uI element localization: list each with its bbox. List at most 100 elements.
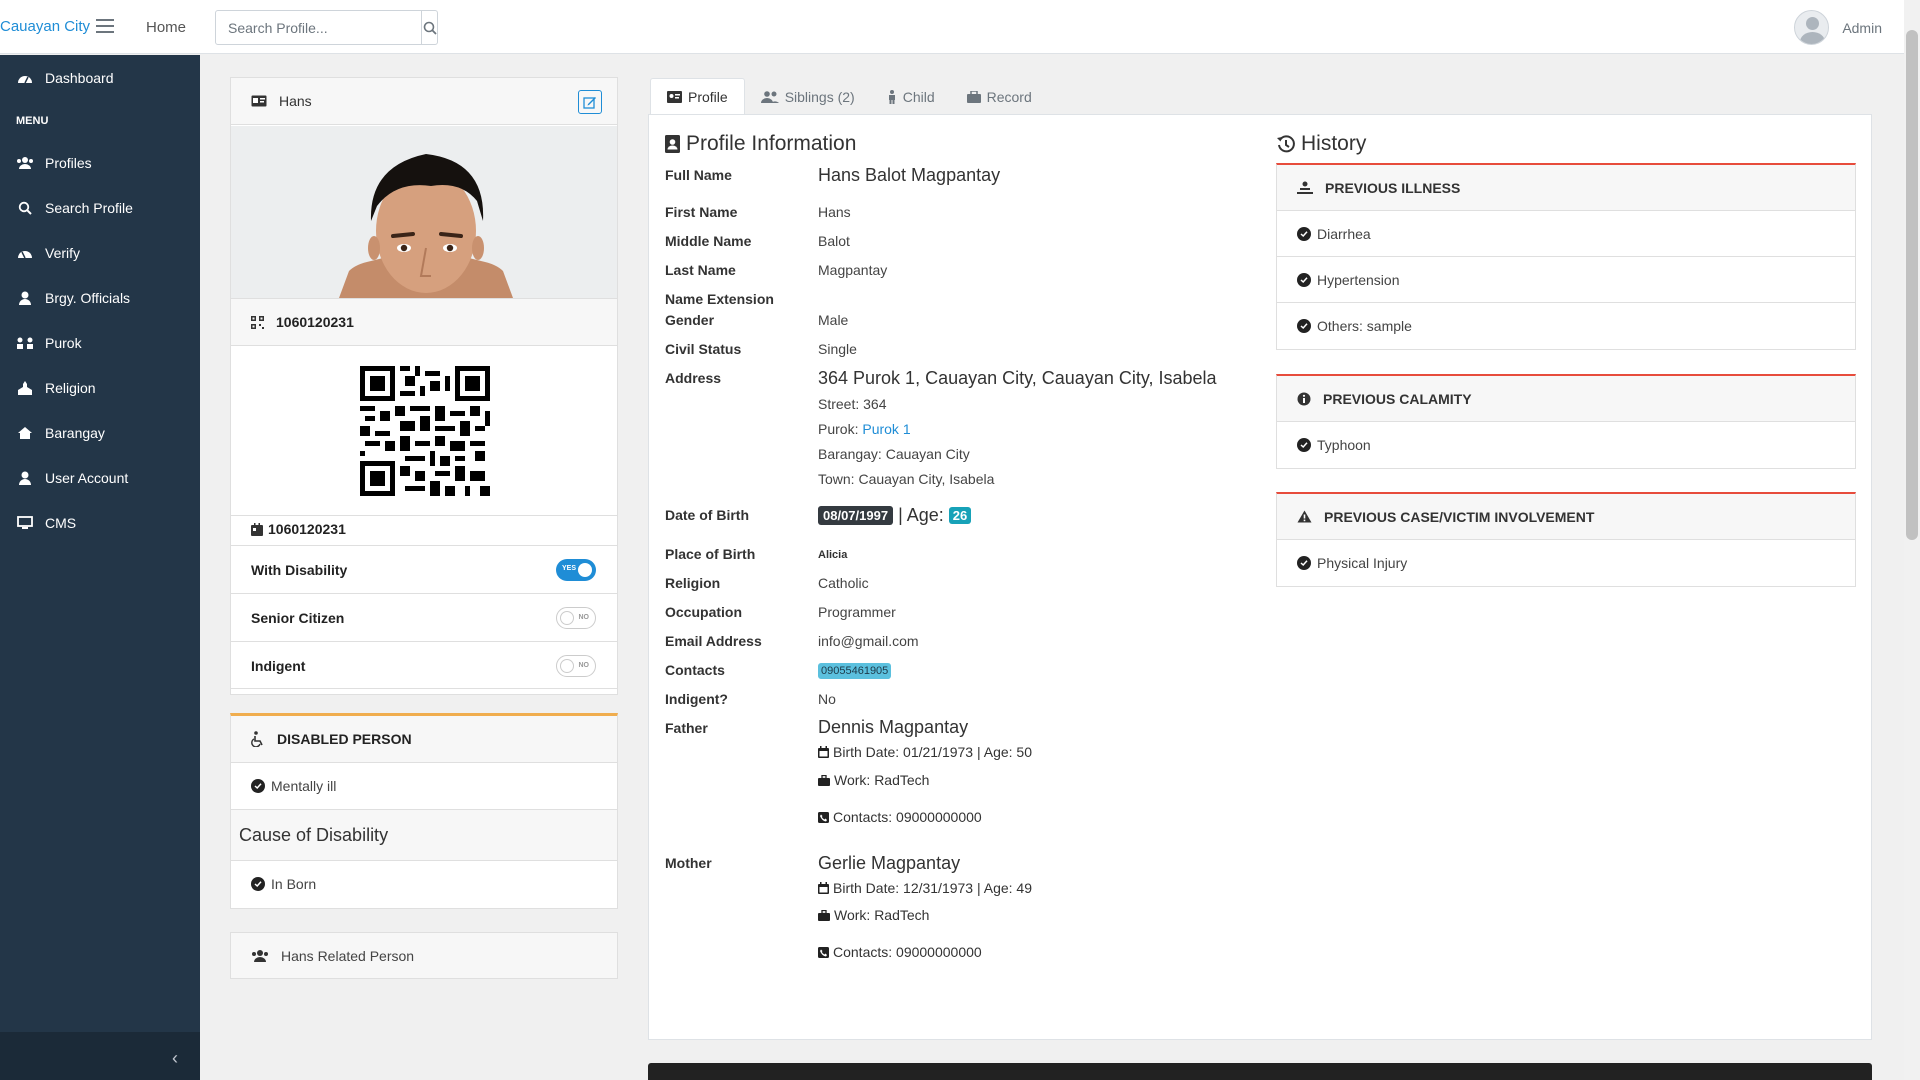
value-religion: Catholic <box>818 575 869 591</box>
qrcode-icon <box>251 315 264 329</box>
search-icon <box>16 201 34 215</box>
user-menu[interactable]: Admin <box>1794 10 1882 45</box>
tab-record[interactable]: Record <box>951 78 1048 115</box>
value-email: info@gmail.com <box>818 633 919 649</box>
previous-case-header: PREVIOUS CASE/VICTIM INVOLVEMENT <box>1277 494 1855 540</box>
check-circle-icon <box>1297 272 1311 287</box>
label-indigent: Indigent? <box>665 691 728 707</box>
child-icon <box>888 89 895 104</box>
calendar-icon <box>818 746 829 758</box>
tab-profile[interactable]: Profile <box>650 78 745 115</box>
value-last-name: Magpantay <box>818 262 888 278</box>
calendar-icon <box>818 882 829 894</box>
illness-item: Others: sample <box>1317 318 1412 334</box>
edit-button[interactable] <box>578 90 602 114</box>
search-form <box>215 10 438 45</box>
value-street: Street: 364 <box>818 396 887 412</box>
sidebar-item-brgy-officials[interactable]: Brgy. Officials <box>0 278 200 318</box>
case-item: Physical Injury <box>1317 555 1408 571</box>
home-icon <box>16 426 34 440</box>
sidebar-item-religion[interactable]: Religion <box>0 368 200 408</box>
sidebar-item-cms[interactable]: CMS <box>0 503 200 543</box>
label-contacts: Contacts <box>665 662 725 678</box>
page-scrollbar[interactable] <box>1904 0 1920 1080</box>
purok-icon <box>16 336 34 350</box>
info-circle-icon <box>1297 392 1311 405</box>
toggle-state: NO <box>578 662 590 669</box>
profile-tabs: Profile Siblings (2) Child Record <box>650 78 1048 115</box>
list-item: Diarrhea <box>1277 211 1855 257</box>
chevron-left-icon[interactable]: ‹ <box>172 1048 178 1069</box>
sidebar-item-label: CMS <box>45 515 77 531</box>
value-full-name: Hans Balot Magpantay <box>818 165 1001 185</box>
sidebar: Dashboard MENU Profiles Search Profile V… <box>0 55 200 1080</box>
toggle-label: Senior Citizen <box>251 610 345 626</box>
sidebar-menu-heading: MENU <box>16 115 49 127</box>
mother-work: Work: RadTech <box>834 907 930 923</box>
value-civil-status: Single <box>818 341 857 357</box>
purok-link[interactable]: Purok 1 <box>862 421 910 437</box>
sidebar-item-label: Religion <box>45 380 96 396</box>
religion-icon <box>16 380 34 396</box>
brand-link[interactable]: Cauayan City <box>0 18 90 35</box>
sidebar-item-profiles[interactable]: Profiles <box>0 143 200 183</box>
search-profile-input[interactable] <box>216 11 421 44</box>
sidebar-item-label: Dashboard <box>45 70 114 86</box>
sidebar-item-dashboard[interactable]: Dashboard <box>0 58 200 98</box>
procedures-icon <box>1297 181 1313 194</box>
label-last-name: Last Name <box>665 262 736 278</box>
hamburger-menu-icon[interactable] <box>96 19 114 33</box>
tab-siblings[interactable]: Siblings (2) <box>745 78 871 115</box>
sidebar-item-barangay[interactable]: Barangay <box>0 413 200 453</box>
sidebar-item-label: Purok <box>45 335 82 351</box>
toggle-state: NO <box>578 614 590 621</box>
sidebar-item-purok[interactable]: Purok <box>0 323 200 363</box>
tab-label: Child <box>902 88 935 105</box>
profile-id-footer: 1060120231 <box>231 515 617 537</box>
tab-child[interactable]: Child <box>871 78 951 115</box>
sidebar-item-label: Profiles <box>45 155 92 171</box>
briefcase-icon <box>818 909 830 921</box>
profile-card-header: Hans <box>231 78 617 125</box>
tab-label: Siblings (2) <box>784 88 855 105</box>
profile-name: Hans <box>279 93 312 109</box>
profile-card: Hans 1060120231 1060120231 With Disabili… <box>230 77 618 695</box>
tab-label: Profile <box>688 89 728 105</box>
check-circle-icon <box>1297 226 1311 241</box>
father-birth-date: Birth Date: 01/21/1973 | Age: 50 <box>833 744 1033 760</box>
sidebar-item-label: User Account <box>45 470 129 486</box>
profile-id-footer-text: 1060120231 <box>268 521 346 537</box>
illness-item: Hypertension <box>1317 271 1400 288</box>
dashboard-icon <box>16 71 34 85</box>
previous-case-title: PREVIOUS CASE/VICTIM INVOLVEMENT <box>1324 508 1595 525</box>
age-label: | Age: <box>898 505 944 525</box>
disabled-person-card: DISABLED PERSON Mentally ill Cause of Di… <box>230 713 618 909</box>
nav-home-link[interactable]: Home <box>146 19 186 36</box>
related-person-button[interactable]: Hans Related Person <box>230 932 618 979</box>
scrollbar-thumb[interactable] <box>1906 30 1918 540</box>
list-item: Physical Injury <box>1277 540 1855 586</box>
profile-card-icon <box>667 91 682 103</box>
sidebar-item-search-profile[interactable]: Search Profile <box>0 188 200 228</box>
disability-condition-row: Mentally ill <box>231 763 617 810</box>
sidebar-item-verify[interactable]: Verify <box>0 233 200 273</box>
check-circle-icon <box>1297 438 1311 452</box>
value-gender: Male <box>818 312 849 328</box>
label-full-name: Full Name <box>665 167 732 183</box>
search-button[interactable] <box>421 11 437 44</box>
list-item: Typhoon <box>1277 422 1855 468</box>
indigent-toggle[interactable]: NO <box>556 655 596 677</box>
wheelchair-icon <box>251 731 263 747</box>
user-name[interactable]: Admin <box>1842 20 1882 36</box>
toggle-label: With Disability <box>251 562 348 578</box>
disability-toggle[interactable]: YES <box>556 559 596 581</box>
sidebar-item-user-account[interactable]: User Account <box>0 458 200 498</box>
qr-code <box>360 366 490 496</box>
sidebar-footer: ‹ <box>0 1032 200 1080</box>
disability-cause: In Born <box>271 875 317 892</box>
previous-illness-title: PREVIOUS ILLNESS <box>1325 179 1461 196</box>
age-badge: 26 <box>948 507 972 524</box>
senior-citizen-toggle[interactable]: NO <box>556 607 596 629</box>
avatar[interactable] <box>1794 10 1830 45</box>
purok-prefix: Purok: <box>818 421 859 437</box>
